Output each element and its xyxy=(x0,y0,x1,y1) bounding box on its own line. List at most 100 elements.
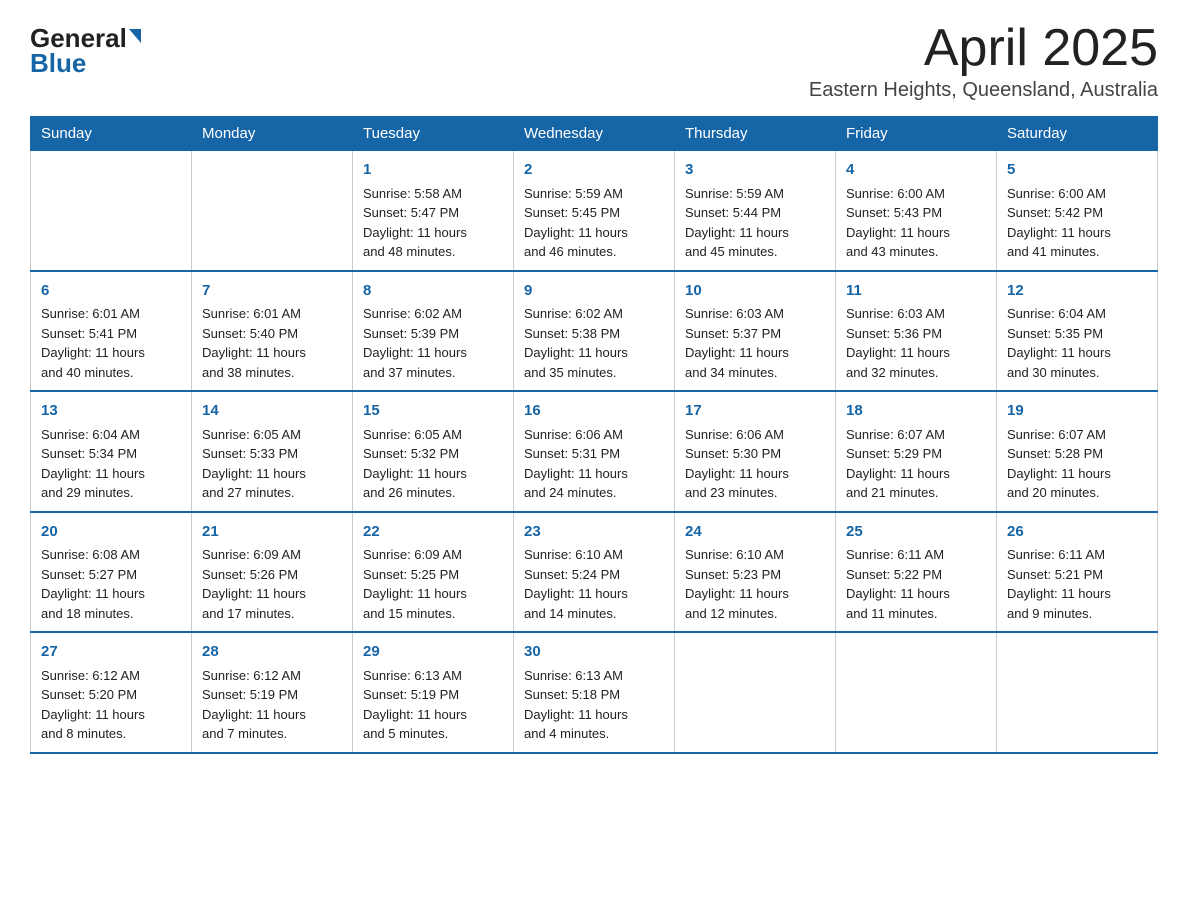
calendar-table: SundayMondayTuesdayWednesdayThursdayFrid… xyxy=(30,116,1158,754)
day-info: Sunrise: 6:00 AMSunset: 5:43 PMDaylight:… xyxy=(846,186,950,260)
day-number: 13 xyxy=(41,400,181,423)
day-info: Sunrise: 6:12 AMSunset: 5:20 PMDaylight:… xyxy=(41,668,145,742)
calendar-cell: 11Sunrise: 6:03 AMSunset: 5:36 PMDayligh… xyxy=(836,271,997,392)
weekday-header-thursday: Thursday xyxy=(675,117,836,151)
day-number: 27 xyxy=(41,641,181,664)
calendar-cell: 15 Sunrise: 6:05 AMSunset: 5:32 PMDayligh… xyxy=(353,391,514,512)
day-info: Sunrise: 6:12 AMSunset: 5:19 PMDaylight:… xyxy=(202,668,306,742)
day-number: 24 xyxy=(685,521,825,544)
day-info: Sunrise: 6:10 AMSunset: 5:23 PMDaylight:… xyxy=(685,547,789,621)
day-number: 4 xyxy=(846,159,986,182)
calendar-week-row: 1Sunrise: 5:58 AMSunset: 5:47 PMDaylight… xyxy=(31,151,1158,271)
calendar-week-row: 27 Sunrise: 6:12 AMSunset: 5:20 PMDayligh… xyxy=(31,632,1158,753)
day-info: Sunrise: 6:04 AMSunset: 5:34 PMDaylight:… xyxy=(41,427,145,501)
day-info: Sunrise: 6:02 AMSunset: 5:38 PMDaylight:… xyxy=(524,306,628,380)
calendar-cell: 23Sunrise: 6:10 AMSunset: 5:24 PMDayligh… xyxy=(514,512,675,633)
day-number: 16 xyxy=(524,400,664,423)
calendar-cell: 27 Sunrise: 6:12 AMSunset: 5:20 PMDayligh… xyxy=(31,632,192,753)
calendar-cell: 14 Sunrise: 6:05 AMSunset: 5:33 PMDayligh… xyxy=(192,391,353,512)
calendar-cell: 10 Sunrise: 6:03 AMSunset: 5:37 PMDayligh… xyxy=(675,271,836,392)
calendar-cell: 16 Sunrise: 6:06 AMSunset: 5:31 PMDayligh… xyxy=(514,391,675,512)
calendar-cell: 4 Sunrise: 6:00 AMSunset: 5:43 PMDaylight… xyxy=(836,151,997,271)
day-number: 26 xyxy=(1007,521,1147,544)
day-info: Sunrise: 6:00 AMSunset: 5:42 PMDaylight:… xyxy=(1007,186,1111,260)
day-info: Sunrise: 6:05 AMSunset: 5:33 PMDaylight:… xyxy=(202,427,306,501)
calendar-cell xyxy=(31,151,192,271)
calendar-cell: 30Sunrise: 6:13 AMSunset: 5:18 PMDayligh… xyxy=(514,632,675,753)
day-number: 19 xyxy=(1007,400,1147,423)
day-number: 9 xyxy=(524,280,664,303)
day-info: Sunrise: 5:59 AMSunset: 5:44 PMDaylight:… xyxy=(685,186,789,260)
day-info: Sunrise: 6:07 AMSunset: 5:29 PMDaylight:… xyxy=(846,427,950,501)
location-title: Eastern Heights, Queensland, Australia xyxy=(809,79,1158,102)
day-info: Sunrise: 6:03 AMSunset: 5:37 PMDaylight:… xyxy=(685,306,789,380)
day-number: 7 xyxy=(202,280,342,303)
calendar-cell: 24 Sunrise: 6:10 AMSunset: 5:23 PMDayligh… xyxy=(675,512,836,633)
weekday-header-tuesday: Tuesday xyxy=(353,117,514,151)
day-info: Sunrise: 6:11 AMSunset: 5:21 PMDaylight:… xyxy=(1007,547,1111,621)
weekday-header-monday: Monday xyxy=(192,117,353,151)
logo: General Blue xyxy=(30,20,141,77)
day-number: 18 xyxy=(846,400,986,423)
day-number: 14 xyxy=(202,400,342,423)
calendar-week-row: 13 Sunrise: 6:04 AMSunset: 5:34 PMDayligh… xyxy=(31,391,1158,512)
day-number: 1 xyxy=(363,159,503,182)
day-info: Sunrise: 6:04 AMSunset: 5:35 PMDaylight:… xyxy=(1007,306,1111,380)
calendar-cell: 19 Sunrise: 6:07 AMSunset: 5:28 PMDayligh… xyxy=(997,391,1158,512)
day-info: Sunrise: 6:09 AMSunset: 5:26 PMDaylight:… xyxy=(202,547,306,621)
day-number: 28 xyxy=(202,641,342,664)
calendar-cell: 13 Sunrise: 6:04 AMSunset: 5:34 PMDayligh… xyxy=(31,391,192,512)
day-number: 5 xyxy=(1007,159,1147,182)
weekday-header-sunday: Sunday xyxy=(31,117,192,151)
calendar-cell xyxy=(675,632,836,753)
day-number: 25 xyxy=(846,521,986,544)
month-title: April 2025 xyxy=(809,20,1158,77)
day-info: Sunrise: 6:08 AMSunset: 5:27 PMDaylight:… xyxy=(41,547,145,621)
calendar-cell: 1Sunrise: 5:58 AMSunset: 5:47 PMDaylight… xyxy=(353,151,514,271)
day-number: 20 xyxy=(41,521,181,544)
day-info: Sunrise: 6:05 AMSunset: 5:32 PMDaylight:… xyxy=(363,427,467,501)
day-number: 12 xyxy=(1007,280,1147,303)
weekday-header-row: SundayMondayTuesdayWednesdayThursdayFrid… xyxy=(31,117,1158,151)
day-info: Sunrise: 6:06 AMSunset: 5:31 PMDaylight:… xyxy=(524,427,628,501)
calendar-cell xyxy=(997,632,1158,753)
weekday-header-friday: Friday xyxy=(836,117,997,151)
day-info: Sunrise: 6:13 AMSunset: 5:19 PMDaylight:… xyxy=(363,668,467,742)
calendar-cell: 18 Sunrise: 6:07 AMSunset: 5:29 PMDayligh… xyxy=(836,391,997,512)
calendar-week-row: 20 Sunrise: 6:08 AMSunset: 5:27 PMDayligh… xyxy=(31,512,1158,633)
day-number: 11 xyxy=(846,280,986,303)
calendar-cell xyxy=(836,632,997,753)
day-number: 6 xyxy=(41,280,181,303)
page-header: General Blue April 2025 Eastern Heights,… xyxy=(30,20,1158,102)
day-info: Sunrise: 5:59 AMSunset: 5:45 PMDaylight:… xyxy=(524,186,628,260)
calendar-cell: 12 Sunrise: 6:04 AMSunset: 5:35 PMDayligh… xyxy=(997,271,1158,392)
calendar-cell: 22Sunrise: 6:09 AMSunset: 5:25 PMDayligh… xyxy=(353,512,514,633)
calendar-cell: 20 Sunrise: 6:08 AMSunset: 5:27 PMDayligh… xyxy=(31,512,192,633)
weekday-header-wednesday: Wednesday xyxy=(514,117,675,151)
day-info: Sunrise: 6:09 AMSunset: 5:25 PMDaylight:… xyxy=(363,547,467,621)
day-info: Sunrise: 6:02 AMSunset: 5:39 PMDaylight:… xyxy=(363,306,467,380)
day-info: Sunrise: 6:06 AMSunset: 5:30 PMDaylight:… xyxy=(685,427,789,501)
calendar-week-row: 6 Sunrise: 6:01 AMSunset: 5:41 PMDaylight… xyxy=(31,271,1158,392)
day-number: 10 xyxy=(685,280,825,303)
day-info: Sunrise: 6:11 AMSunset: 5:22 PMDaylight:… xyxy=(846,547,950,621)
day-number: 17 xyxy=(685,400,825,423)
calendar-cell: 2 Sunrise: 5:59 AMSunset: 5:45 PMDaylight… xyxy=(514,151,675,271)
title-block: April 2025 Eastern Heights, Queensland, … xyxy=(809,20,1158,102)
calendar-cell: 17 Sunrise: 6:06 AMSunset: 5:30 PMDayligh… xyxy=(675,391,836,512)
logo-blue: Blue xyxy=(30,49,86,78)
calendar-cell: 28 Sunrise: 6:12 AMSunset: 5:19 PMDayligh… xyxy=(192,632,353,753)
day-number: 8 xyxy=(363,280,503,303)
day-number: 15 xyxy=(363,400,503,423)
day-info: Sunrise: 6:07 AMSunset: 5:28 PMDaylight:… xyxy=(1007,427,1111,501)
day-info: Sunrise: 6:13 AMSunset: 5:18 PMDaylight:… xyxy=(524,668,628,742)
day-number: 2 xyxy=(524,159,664,182)
calendar-cell: 29Sunrise: 6:13 AMSunset: 5:19 PMDayligh… xyxy=(353,632,514,753)
day-info: Sunrise: 6:01 AMSunset: 5:41 PMDaylight:… xyxy=(41,306,145,380)
calendar-cell: 7Sunrise: 6:01 AMSunset: 5:40 PMDaylight… xyxy=(192,271,353,392)
calendar-cell: 3 Sunrise: 5:59 AMSunset: 5:44 PMDaylight… xyxy=(675,151,836,271)
calendar-cell xyxy=(192,151,353,271)
calendar-cell: 5 Sunrise: 6:00 AMSunset: 5:42 PMDaylight… xyxy=(997,151,1158,271)
calendar-cell: 21Sunrise: 6:09 AMSunset: 5:26 PMDayligh… xyxy=(192,512,353,633)
day-number: 3 xyxy=(685,159,825,182)
